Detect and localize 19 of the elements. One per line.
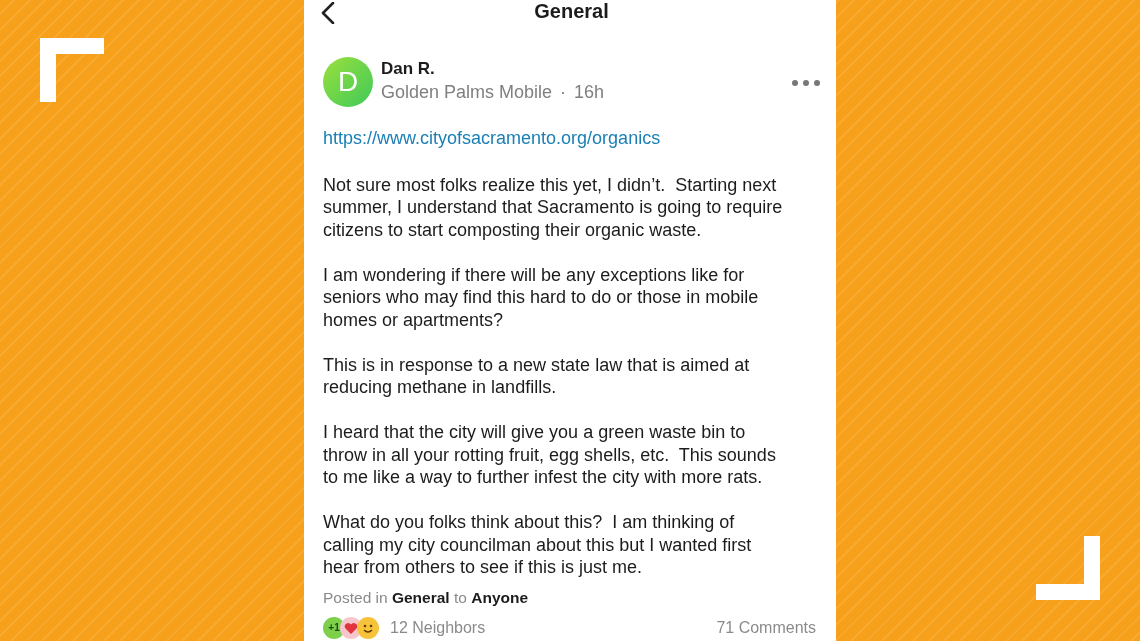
comments-count[interactable]: 71 Comments — [716, 617, 816, 638]
post-paragraph: I am wondering if there will be any exceptions like for seniors who may find this hard to do or those in mobile homes or apartments? — [323, 263, 760, 331]
post-paragraph: Not sure most folks realize this yet, I didn’t. Starting next summer, I understand that Sacramento is going to require citizens to start composting their organic waste. — [323, 173, 784, 241]
post-paragraph: What do you folks think about this? I am thinking of calling my city councilman about this but I wanted first hear from others to see if this is just me. — [323, 511, 753, 579]
post-paragraph: I heard that the city will give you a green waste bin to throw in all your rotting fruit, egg shells, etc. This sounds to me like a way to further infest the city with more rats. — [323, 421, 777, 489]
back-icon[interactable] — [320, 1, 336, 24]
corner-bracket — [40, 38, 104, 102]
post-link[interactable]: https://www.cityofsacramento.org/organics — [323, 128, 661, 148]
neighbors-count[interactable]: 12 Neighbors — [390, 617, 486, 638]
more-icon[interactable] — [792, 79, 820, 86]
posted-in-text: Posted in General to Anyone — [323, 587, 530, 608]
community-name[interactable]: Golden Palms Mobile — [381, 80, 553, 104]
smiley-icon — [357, 616, 379, 639]
page-title: General — [534, 0, 609, 24]
post-time: 16h — [574, 81, 605, 104]
separator-dot: · — [560, 81, 567, 104]
author-name[interactable]: Dan R. — [381, 58, 792, 80]
post-paragraph: This is in response to a new state law that is aimed at reducing methane in landfills. — [323, 353, 751, 399]
corner-bracket — [1036, 536, 1100, 600]
